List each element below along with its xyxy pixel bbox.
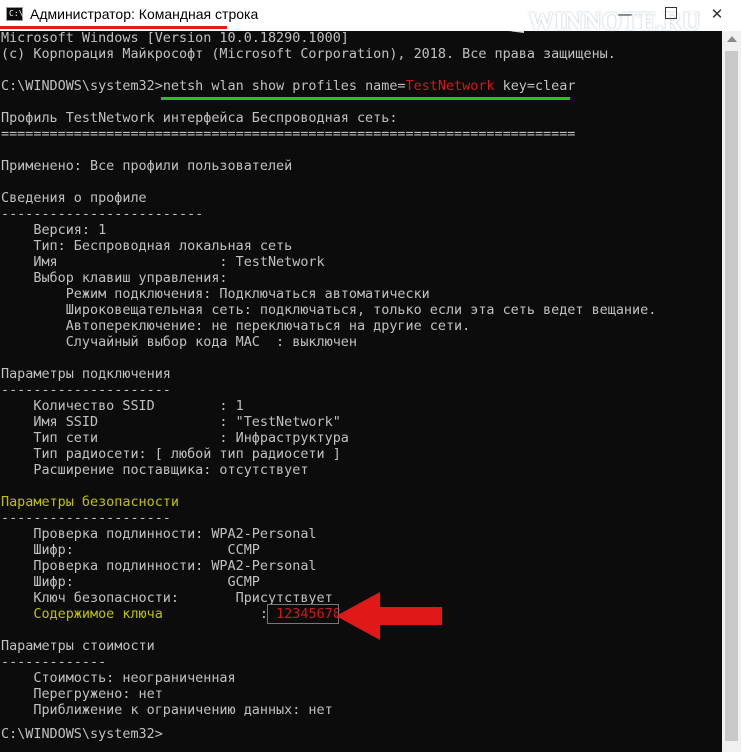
console-line: Режим подключения: Подключаться автомати… [1,287,430,302]
command-line: C:\WINDOWS\system32>netsh wlan show prof… [1,79,575,95]
title-bar[interactable]: C:\_ Администратор: Командная строка WIN… [0,0,741,35]
console-line: ========================================… [1,127,576,142]
key-content-separator: : [162,607,277,622]
console-output[interactable]: Microsoft Windows [Version 10.0.18290.10… [0,31,722,752]
console-line: Имя : TestNetwork [1,255,325,270]
console-line: Microsoft Windows [Version 10.0.18290.10… [1,31,349,46]
network-name: TestNetwork [405,79,495,94]
console-line: Выбор клавиш управления: [1,271,228,286]
command-text-end: key=clear [494,79,576,94]
console-line: Тип сети : Инфраструктура [1,431,349,446]
console-line: Имя SSID : "TestNetwork" [1,415,341,430]
key-content-label: Содержимое ключа [1,607,163,622]
red-arrow-icon [336,592,442,640]
console-line: Тип: Беспроводная локальная сеть [1,239,293,254]
maximize-button[interactable] [648,0,694,31]
console-line: Сведения о профиле [1,191,147,206]
console-line: Проверка подлинности: WPA2-Personal [1,559,317,574]
command-text: netsh wlan show profiles name= [162,79,406,94]
security-section-header: Параметры безопасности [1,495,179,510]
window-title: Администратор: Командная строка [30,6,259,22]
console-line: ------------- [1,655,107,670]
windows-logo-icon [500,11,524,33]
title-red-underline [0,26,227,29]
console-line: Тип радиосети: [ любой тип радиосети ] [1,447,341,462]
console-line: --------------------- [1,383,171,398]
console-line: Версия: 1 [1,223,107,238]
console-line: --------------------- [1,511,171,526]
console-prompt: C:\WINDOWS\system32> [1,79,163,94]
console-line: Параметры стоимости [1,639,155,654]
console-line: Случайный выбор кода МАС : выключен [1,335,357,350]
console-line: Проверка подлинности: WPA2-Personal [1,527,317,542]
console-line: Приближение к ограничению данных: нет [1,703,333,718]
console-prompt-line: C:\WINDOWS\system32> [1,727,163,742]
console-line: Параметры подключения [1,367,171,382]
minimize-button[interactable]: — [602,0,648,31]
console-line: Профиль TestNetwork интерфейса Беспровод… [1,111,398,126]
console-line: Расширение поставщика: отсутствует [1,463,309,478]
close-button[interactable]: ✕ [694,0,740,31]
console-line: Автопереключение: не переключаться на др… [1,319,471,334]
scroll-thumb[interactable] [725,51,738,741]
cmd-app-icon: C:\_ [6,7,28,21]
console-line: Применено: Все профили пользователей [1,159,293,174]
console-line: Шифр: CCMP [1,543,260,558]
scroll-up-arrow-icon[interactable] [727,36,737,42]
console-line: Широковещательная сеть: подключаться, то… [1,303,657,318]
console-line: ------------------------- [1,207,204,222]
console-line: Шифр: GCMP [1,575,260,590]
key-highlight-box [267,604,339,624]
console-line: Стоимость: неограниченная [1,671,236,686]
console-line: Перегружено: нет [1,687,163,702]
maximize-icon [665,7,677,19]
console-line: Количество SSID : 1 [1,399,244,414]
command-prompt-window: C:\_ Администратор: Командная строка WIN… [0,0,741,752]
console-line: (с) Корпорация Майкрософт (Microsoft Cor… [1,47,616,62]
command-green-underline [161,97,570,100]
vertical-scrollbar[interactable] [722,31,741,752]
